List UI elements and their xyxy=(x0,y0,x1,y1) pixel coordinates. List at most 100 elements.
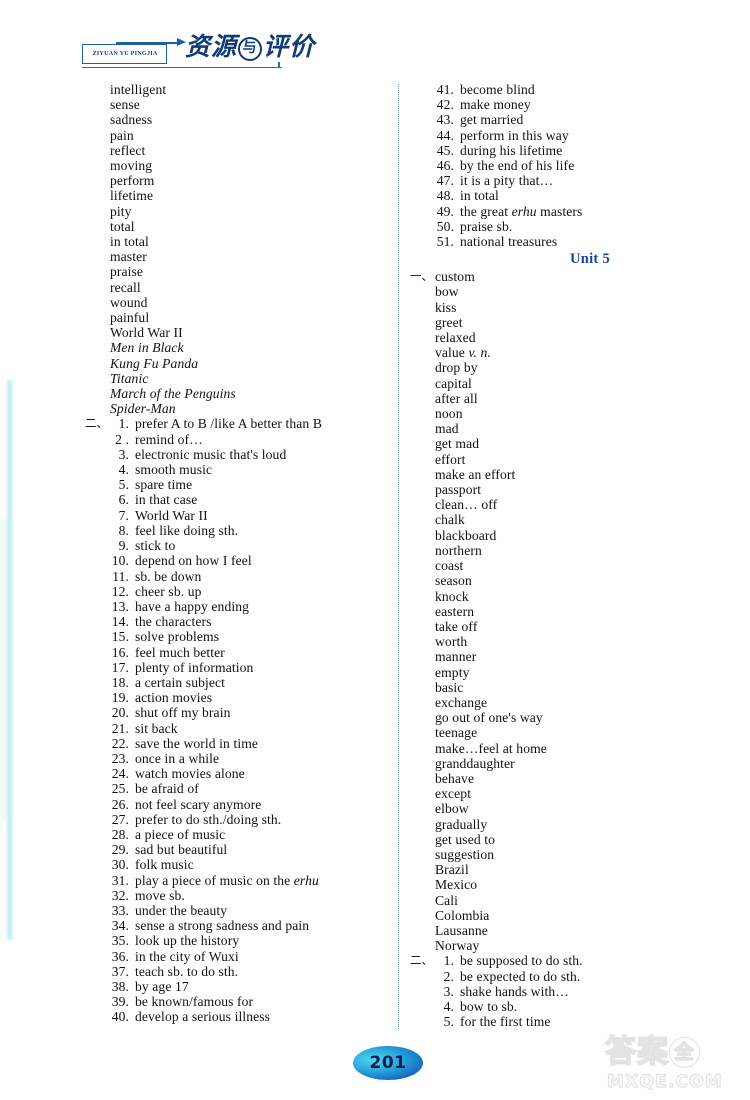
phrase-item: 18. a certain subject xyxy=(95,675,395,690)
phrase-number: 18. xyxy=(111,674,129,690)
phrase-number: 38. xyxy=(111,978,129,994)
phrase-item: 33. under the beauty xyxy=(95,903,395,918)
vocab-item: Kung Fu Panda xyxy=(110,355,199,371)
phrase-item: 3. shake hands with… xyxy=(420,984,720,999)
phrase-number: 7. xyxy=(118,507,129,523)
vocab-item: blackboard xyxy=(435,527,497,543)
phrase-number: 2 . xyxy=(115,431,129,447)
phrase-text: look up the history xyxy=(135,933,240,949)
phrase-item: 23. once in a while xyxy=(95,751,395,766)
logo-chinese-title: 资源与评价 xyxy=(185,32,315,62)
phrase-text: in that case xyxy=(135,492,198,508)
phrase-item: 44. perform in this way xyxy=(420,128,720,143)
vocab-item: make…feel at home xyxy=(435,740,547,756)
vocab-item: take off xyxy=(435,618,478,634)
vocab-item: make an effort xyxy=(435,466,516,482)
phrase-item: 3. electronic music that's loud xyxy=(95,447,395,462)
phrase-number: 11. xyxy=(112,568,129,584)
vocab-item: elbow xyxy=(435,801,469,817)
vocab-item: March of the Penguins xyxy=(110,386,236,402)
phrase-text: action movies xyxy=(135,690,213,706)
phrase-item: 39. be known/famous for xyxy=(95,994,395,1009)
phrase-item: 17. plenty of information xyxy=(95,660,395,675)
phrase-text: sad but beautiful xyxy=(135,842,228,858)
vocab-item: relaxed xyxy=(435,330,476,346)
section-marker-right-1: 一、 xyxy=(410,269,433,284)
phrase-number: 34. xyxy=(111,918,129,934)
vocab-item: get used to xyxy=(435,831,495,847)
phrase-number: 36. xyxy=(111,948,129,964)
phrase-number: 50. xyxy=(436,218,454,234)
phrase-item: 5. for the first time xyxy=(420,1014,720,1029)
phrase-text: prefer to do sth./doing sth. xyxy=(135,811,282,827)
phrase-number: 4. xyxy=(443,998,454,1014)
phrase-text: get married xyxy=(460,112,524,128)
column-divider xyxy=(398,84,400,1029)
vocab-item: total xyxy=(110,218,135,234)
vocab-item: reflect xyxy=(110,142,146,158)
phrase-item: 41. become blind xyxy=(420,82,720,97)
phrase-text: World War II xyxy=(135,507,208,523)
vocab-item: capital xyxy=(435,375,472,391)
vocab-item: pity xyxy=(110,203,132,219)
phrase-text: prefer A to B /like A better than B xyxy=(135,416,322,432)
phrase-number: 48. xyxy=(436,188,454,204)
phrase-number: 6. xyxy=(118,492,129,508)
phrase-text: it is a pity that… xyxy=(460,173,554,189)
vocab-item: basic xyxy=(435,679,464,695)
vocab-item: go out of one's way xyxy=(435,710,543,726)
phrase-text: stick to xyxy=(135,538,176,554)
phrase-number: 42. xyxy=(436,97,454,113)
vocab-item: praise xyxy=(110,264,144,280)
watermark-domain-text: MXQE.COM xyxy=(606,1071,723,1092)
phrase-item: 30. folk music xyxy=(95,857,395,872)
phrase-number: 35. xyxy=(111,933,129,949)
phrase-item: 50. praise sb. xyxy=(420,219,720,234)
logo-pinyin-text: ZIYUAN YU PINGJIA xyxy=(92,50,158,57)
phrase-number: 27. xyxy=(111,811,129,827)
vocab-item: custom xyxy=(435,269,475,285)
vocab-item: northern xyxy=(435,542,482,558)
phrase-item: 19. action movies xyxy=(95,690,395,705)
phrase-text: folk music xyxy=(135,857,194,873)
vocab-item: empty xyxy=(435,664,470,680)
phrase-text: bow to sb. xyxy=(460,998,518,1014)
phrase-italic-term: erhu xyxy=(293,872,319,888)
vocab-item: greet xyxy=(435,314,463,330)
phrase-number: 8. xyxy=(118,522,129,538)
phrase-text: remind of… xyxy=(135,431,203,447)
phrase-text: cheer sb. up xyxy=(135,583,202,599)
phrase-text: be expected to do sth. xyxy=(460,968,581,984)
phrase-text: be known/famous for xyxy=(135,994,254,1010)
vocab-item: sense xyxy=(110,97,140,113)
right-phrase-list: 二、 1. be supposed to do sth. 2. be expected… xyxy=(410,953,720,1029)
phrase-item: 4. bow to sb. xyxy=(420,999,720,1014)
vocab-item: pain xyxy=(110,127,134,143)
phrase-text: by age 17 xyxy=(135,978,189,994)
phrase-item: 6. in that case xyxy=(95,492,395,507)
vocab-item: manner xyxy=(435,649,477,665)
phrase-text: plenty of information xyxy=(135,659,254,675)
phrase-item: 48. in total xyxy=(420,188,720,203)
phrase-text: for the first time xyxy=(460,1014,551,1030)
phrase-number: 28. xyxy=(111,826,129,842)
phrase-item: 26. not feel scary anymore xyxy=(95,797,395,812)
right-vocab-section: 一、 custom bow kiss greet relaxed value v. n. d… xyxy=(410,269,720,953)
phrase-text: the great erhu masters xyxy=(460,203,583,219)
logo-cn-part2: 评价 xyxy=(263,32,316,61)
section-marker-left: 二、 xyxy=(85,416,108,431)
phrase-item: 43. get married xyxy=(420,112,720,127)
left-vocab-list: intelligent sense sadness pain reflect moving… xyxy=(95,82,395,340)
phrase-number: 5. xyxy=(118,477,129,493)
phrase-text: feel much better xyxy=(135,644,225,660)
phrase-item: 14. the characters xyxy=(95,614,395,629)
phrase-text: become blind xyxy=(460,82,535,97)
phrase-item: 47. it is a pity that… xyxy=(420,173,720,188)
phrase-text: shake hands with… xyxy=(460,983,569,999)
vocab-item: mad xyxy=(435,421,459,437)
vocab-item: perform xyxy=(110,173,155,189)
logo-underline xyxy=(82,67,282,69)
vocab-item: chalk xyxy=(435,512,465,528)
phrase-number: 14. xyxy=(111,614,129,630)
phrase-number: 22. xyxy=(111,735,129,751)
